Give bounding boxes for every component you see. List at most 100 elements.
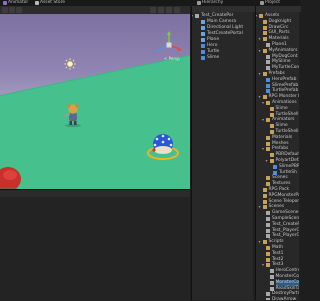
item-label: Plane1 (272, 42, 287, 47)
item-label: Test_PlayerCo (272, 227, 301, 233)
expand-arrow-icon[interactable]: ▾ (262, 117, 264, 123)
cube-blue-icon (201, 50, 205, 54)
cube-blue-icon (273, 170, 277, 175)
item-label: HeroPrefab (272, 76, 297, 82)
expand-arrow-icon[interactable]: ▾ (259, 71, 261, 77)
cube-icon (201, 32, 205, 36)
expand-arrow-icon[interactable]: ▾ (262, 262, 264, 268)
slime-monster[interactable] (0, 159, 24, 189)
item-label: Dogknight (268, 18, 292, 24)
item-label: Test2 (272, 256, 284, 262)
script-icon (269, 280, 274, 285)
item-label: SlimePrefab (272, 82, 299, 88)
item-label: Meshes (272, 140, 289, 146)
tab-label: Asset Store (40, 0, 66, 5)
item-label: Scene Teleport (268, 198, 301, 204)
folder-icon (262, 199, 267, 204)
item-label: MonsterCo (275, 279, 300, 285)
expand-arrow-icon[interactable]: ▾ (259, 48, 261, 54)
item-label: Math (272, 245, 283, 250)
item-label: HeroControl (275, 268, 302, 274)
item-label: Slime (275, 105, 288, 111)
expand-arrow-icon[interactable]: ▾ (262, 146, 264, 152)
item-label: Test_PlayerCo (272, 233, 301, 239)
item-label: MonsterCo (275, 274, 300, 279)
asset-store-icon (35, 1, 39, 5)
item-label: PBRDefault (275, 152, 301, 158)
tab-label: Project (265, 0, 281, 5)
animator-icon (3, 1, 7, 5)
camera-settings-button[interactable] (174, 7, 180, 13)
item-label: Directional Light (207, 25, 244, 30)
item-label: SlimePBR (279, 163, 300, 169)
projection-label[interactable]: < Persp (164, 56, 180, 61)
cube-blue-icon (201, 44, 205, 48)
hand-tool-button[interactable] (2, 7, 8, 13)
item-label: RPG Monster Du (268, 94, 302, 100)
scene-toolbar (0, 6, 190, 14)
folder-icon (266, 263, 270, 268)
audio-toggle-button[interactable] (158, 7, 164, 13)
item-label: DestroyParticl (272, 291, 301, 297)
expand-arrow-icon[interactable]: ▾ (192, 13, 193, 19)
expand-arrow-icon[interactable]: ▾ (262, 100, 264, 106)
unity-scene-icon (266, 217, 270, 221)
folder-icon (266, 135, 270, 140)
project-header (256, 6, 301, 12)
folder-icon (269, 106, 274, 111)
cube-blue-icon (201, 56, 205, 60)
folder-icon (262, 72, 267, 76)
folder-icon (262, 19, 267, 24)
file-icon (266, 66, 270, 71)
item-label: Scripts (268, 239, 284, 245)
item-label: Main Camera (207, 19, 237, 24)
item-label: Test3 (272, 262, 284, 268)
cube-icon (201, 20, 205, 24)
expand-arrow-icon[interactable]: ▾ (256, 13, 257, 19)
effects-toggle-button[interactable] (166, 7, 172, 13)
item-label: Scenes (268, 204, 285, 210)
unity-scene-icon (266, 222, 270, 227)
file-icon (266, 60, 270, 65)
gizmos-button[interactable] (150, 7, 156, 13)
item-label: Test_CreatePor (201, 13, 234, 18)
hero-character[interactable] (63, 103, 83, 127)
item-label: Materials (272, 134, 293, 140)
item-label: RPG Pack (268, 187, 290, 192)
hierarchy-item[interactable]: Slime (201, 55, 255, 61)
item-label: RPGMonsterPar (268, 192, 302, 198)
folder-icon (262, 48, 267, 53)
item-label: TurtleShell (275, 129, 299, 134)
item-label: Prefabs (268, 71, 285, 76)
turtle-monster[interactable] (143, 129, 181, 163)
unity-scene-icon (195, 14, 199, 18)
folder-icon (262, 240, 267, 245)
expand-arrow-icon[interactable]: ▾ (259, 239, 261, 245)
expand-arrow-icon[interactable]: ▾ (259, 36, 261, 42)
project-icon (260, 1, 264, 5)
expand-arrow-icon[interactable]: ▾ (266, 158, 268, 164)
directional-light-icon[interactable] (64, 58, 76, 70)
item-label: Hero (207, 43, 218, 48)
expand-arrow-icon[interactable]: ▾ (259, 94, 261, 100)
file-icon (266, 54, 270, 59)
item-label: GUI_Parts (268, 30, 290, 36)
folder-icon (269, 159, 274, 163)
hierarchy-icon (197, 1, 201, 5)
folder-icon (266, 118, 270, 123)
unity-scene-icon (266, 211, 270, 216)
folder-icon (262, 193, 267, 198)
ground-plane[interactable] (0, 48, 190, 189)
folder-icon (266, 176, 270, 181)
cube-blue-icon (266, 77, 270, 82)
expand-arrow-icon[interactable]: ▾ (259, 204, 261, 210)
tab-label: Hierarchy (202, 0, 224, 5)
project-scrollbar[interactable] (299, 12, 301, 300)
script-icon (266, 292, 270, 297)
item-label: Animators (272, 117, 295, 123)
move-tool-button[interactable] (9, 7, 15, 13)
item-label: PolyartDefa (275, 158, 302, 163)
scene-view[interactable]: < Persp (0, 6, 190, 189)
item-label: ReadSkillTa (275, 285, 301, 291)
rotate-tool-button[interactable] (16, 7, 22, 13)
